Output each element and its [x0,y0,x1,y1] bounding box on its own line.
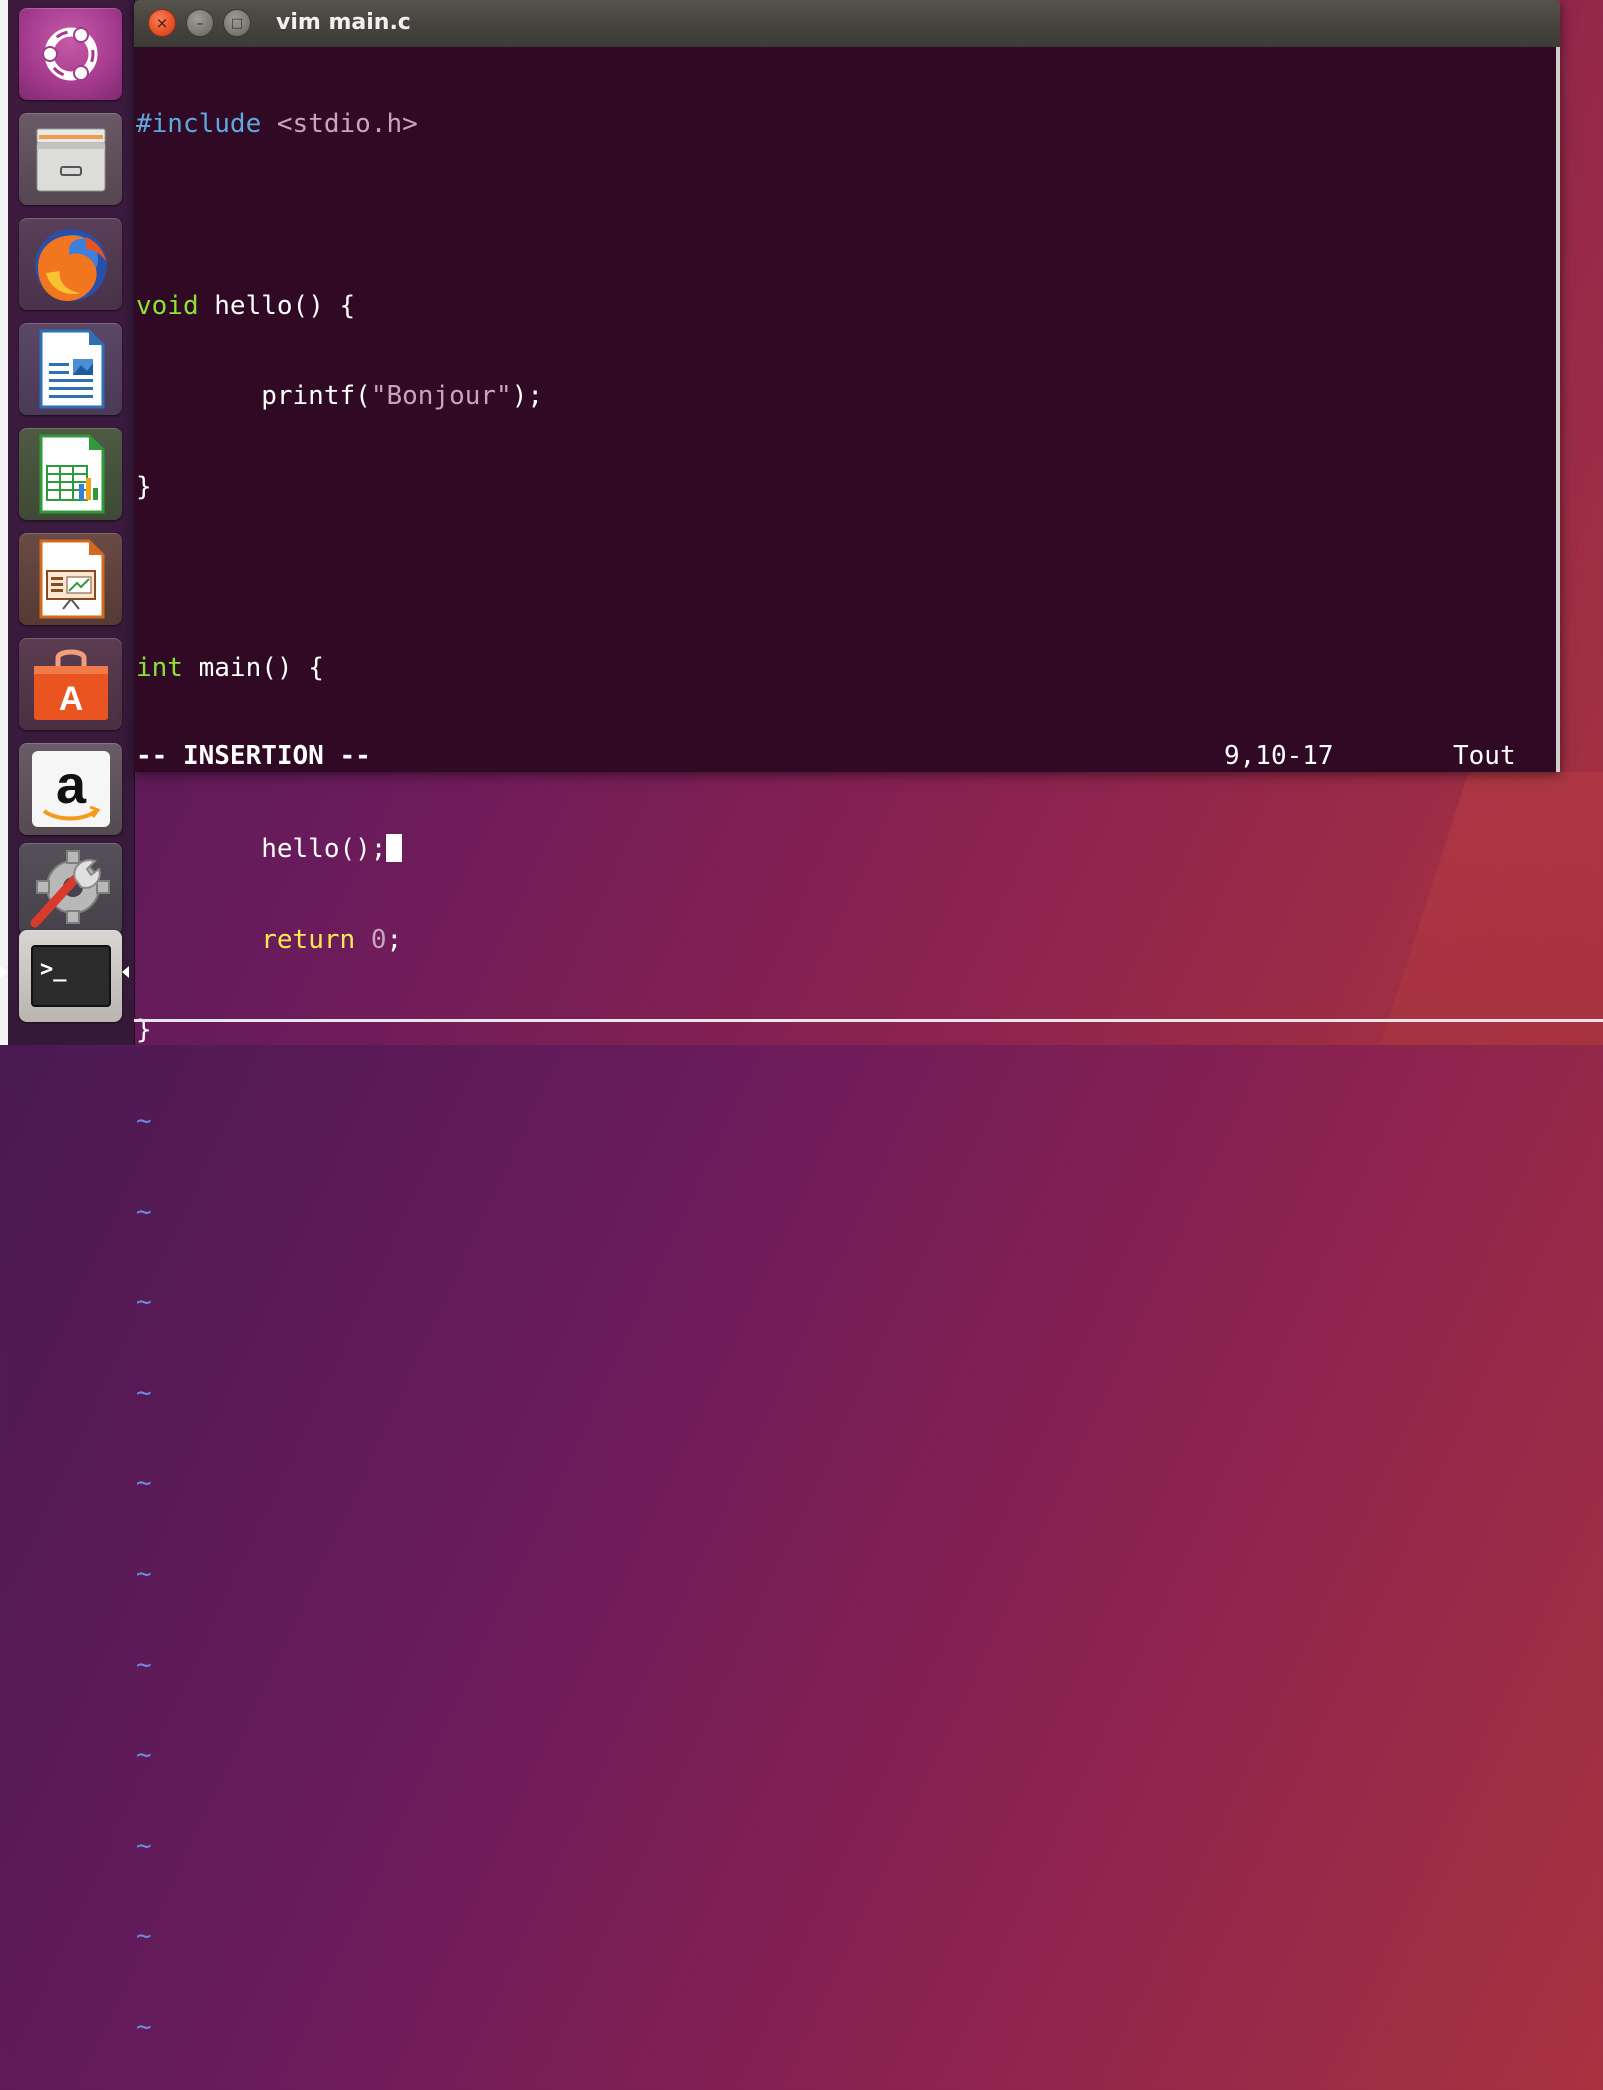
empty-line-marker: ~ [136,2011,152,2042]
launcher-item-files[interactable] [19,113,122,205]
code-buffer[interactable]: #include <stdio.h> void hello() { printf… [136,49,543,2090]
type-keyword: void [136,290,199,321]
string-literal: "Bonjour" [370,381,512,412]
gear-wrench-icon [30,850,110,928]
close-icon: × [155,13,169,32]
terminal-window: × – □ vim main.c #include <stdio.h> void… [134,0,1560,2042]
window-titlebar[interactable]: × – □ vim main.c [134,0,1560,47]
code-line-9: hello(); [136,834,543,864]
return-keyword: return [261,924,356,955]
empty-line-marker: ~ [136,1377,152,1408]
shopping-bag-icon: A [33,649,108,720]
amazon-letter: a [55,755,86,815]
launcher-item-system-settings[interactable] [19,843,122,935]
launcher-item-amazon[interactable]: a [19,743,122,835]
desktop-bottom-edge [134,1019,1603,1022]
window-title: vim main.c [276,10,411,35]
launcher-item-ubuntu-software[interactable]: A [19,638,122,730]
scroll-position: Tout [1453,741,1516,771]
code-line-1: #include <stdio.h> [136,109,543,139]
code-line-7: int main() { [136,653,543,683]
desktop-wallpaper-shape [1380,772,1603,1045]
calc-spreadsheet-icon [39,434,104,514]
impress-presentation-icon [39,539,104,619]
firefox-icon [34,229,107,301]
launcher: A a >_ [0,0,135,1045]
maximize-icon: □ [230,15,244,31]
empty-line-marker: ~ [136,1105,152,1136]
empty-line-marker: ~ [136,1830,152,1861]
minimize-icon: – [196,13,204,32]
number-literal: 0 [370,924,387,955]
empty-line-marker: ~ [136,1649,152,1680]
code-text: } [136,471,152,502]
launcher-item-ubuntu-dash[interactable] [19,8,122,100]
empty-line-marker: ~ [136,1921,152,1952]
code-text: ); [511,381,544,412]
include-header: <stdio.h> [261,109,418,140]
type-keyword: int [136,652,183,683]
empty-line-marker: ~ [136,1287,152,1318]
active-indicator-right [122,966,129,978]
code-text: main() { [182,652,324,683]
vim-mode-indicator: -- INSERTION -- [136,741,371,771]
launcher-item-libreoffice-calc[interactable] [19,428,122,520]
code-text: ; [386,924,403,955]
code-line-4: printf("Bonjour"); [136,381,543,411]
launcher-item-firefox[interactable] [19,218,122,310]
empty-line-marker: ~ [136,1468,152,1499]
launcher-item-libreoffice-impress[interactable] [19,533,122,625]
code-text: hello(); [136,834,387,865]
file-cabinet-icon [36,128,105,192]
text-cursor [386,834,403,863]
window-close-button[interactable]: × [148,9,176,37]
vim-editor[interactable]: #include <stdio.h> void hello() { printf… [134,47,1560,2042]
active-indicator-left [0,966,7,978]
window-maximize-button[interactable]: □ [223,9,251,37]
preprocessor-directive: #include [136,109,262,140]
code-line-3: void hello() { [136,291,543,321]
launcher-item-libreoffice-writer[interactable] [19,323,122,415]
ubuntu-logo-icon [41,27,97,81]
terminal-icon: >_ [30,945,111,1007]
empty-line-marker: ~ [136,1740,152,1771]
code-text: printf( [136,381,371,412]
launcher-item-terminal[interactable]: >_ [19,930,122,1022]
code-text: hello() { [198,290,356,321]
writer-document-icon [39,329,104,409]
terminal-prompt: >_ [40,957,67,982]
empty-line-marker: ~ [136,1196,152,1227]
amazon-icon: a [31,751,110,827]
software-letter: A [58,680,83,718]
code-line-10: return 0; [136,925,543,955]
window-minimize-button[interactable]: – [186,9,214,37]
terminal-scrollbar[interactable] [1556,47,1560,772]
empty-line-marker: ~ [136,1558,152,1589]
cursor-position: 9,10-17 [1224,741,1334,771]
code-line-5: } [136,472,543,502]
